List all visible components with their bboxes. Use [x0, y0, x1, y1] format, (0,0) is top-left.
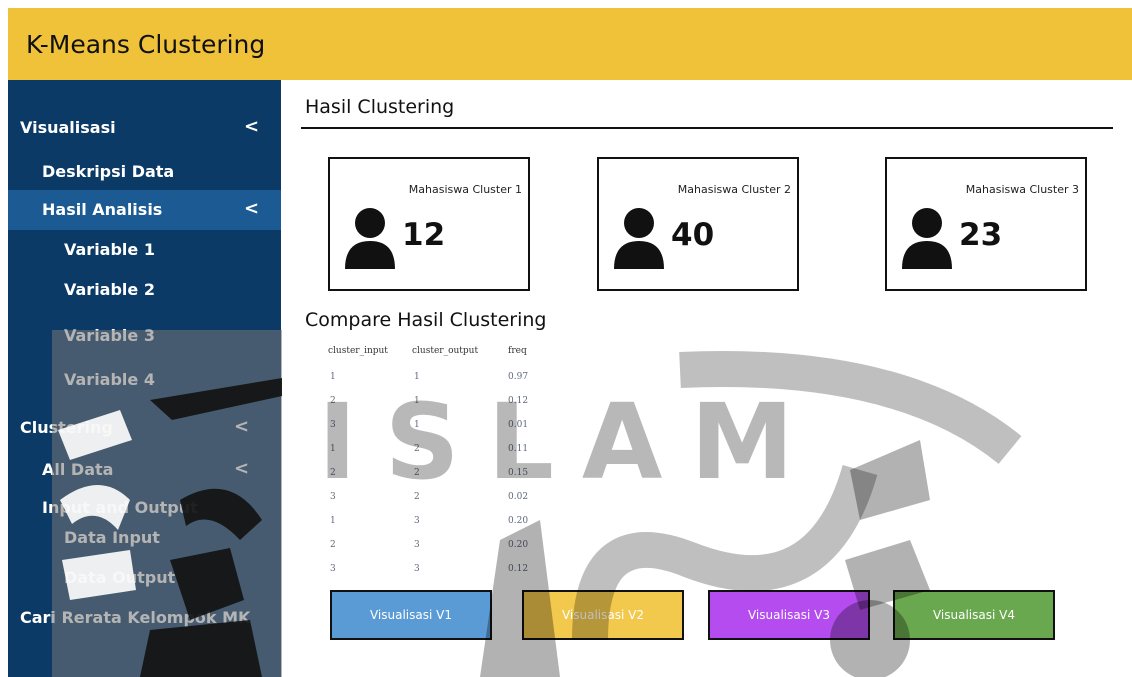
table-cell: 3 [330, 492, 336, 502]
chevron-left-icon: < [234, 458, 250, 479]
sidebar-item-variable-1[interactable]: Variable 1 [8, 230, 281, 270]
sidebar-item-clustering[interactable]: Clustering < [8, 408, 281, 448]
table-header-freq: freq [508, 346, 527, 356]
cluster-card-3: Mahasiswa Cluster 3 23 [885, 157, 1087, 291]
chevron-left-icon: < [234, 416, 250, 437]
sidebar-item-label: Cari Rerata Kelompok MK [20, 608, 251, 627]
watermark-text: ISLAM [318, 381, 822, 503]
sidebar-item-label: Clustering [20, 418, 113, 437]
page-title: Hasil Clustering [305, 96, 455, 118]
sidebar-nav: Visualisasi < Deskripsi Data Hasil Anali… [8, 80, 281, 677]
chevron-left-icon: < [244, 116, 260, 137]
sidebar-item-label: Variable 3 [64, 326, 155, 345]
table-cell: 3 [330, 420, 336, 430]
cluster-card-label: Mahasiswa Cluster 1 [408, 183, 522, 196]
sidebar-item-label: Variable 4 [64, 370, 155, 389]
sidebar-item-label: Deskripsi Data [42, 162, 175, 181]
user-icon [614, 208, 664, 269]
user-icon [902, 208, 952, 269]
sidebar-item-all-data[interactable]: All Data < [8, 450, 281, 490]
table-cell: 0.01 [508, 420, 529, 430]
app-header: K-Means Clustering [8, 8, 1132, 80]
visualisasi-v4-button[interactable]: Visualisasi V4 [893, 590, 1055, 640]
cluster-count: 12 [402, 217, 446, 253]
table-cell: 0.97 [508, 372, 529, 382]
table-cell: 3 [414, 564, 420, 574]
visualisasi-v2-button[interactable]: Visualisasi V2 [522, 590, 684, 640]
table-cell: 3 [414, 516, 420, 526]
sidebar-item-variable-3[interactable]: Variable 3 [8, 316, 281, 356]
sidebar-item-label: Visualisasi [20, 118, 116, 137]
table-cell: 0.11 [508, 444, 529, 454]
table-cell: 0.20 [508, 540, 529, 550]
sidebar-item-label: Data Output [64, 568, 176, 587]
table-cell: 2 [414, 492, 420, 502]
table-header-cluster-input: cluster_input [328, 346, 388, 356]
sidebar-item-label: All Data [42, 460, 114, 479]
cluster-count: 23 [959, 217, 1003, 253]
button-label: Visualisasi V1 [369, 608, 452, 622]
title-divider [301, 127, 1113, 129]
sidebar-item-variable-2[interactable]: Variable 2 [8, 270, 281, 310]
cluster-card-2: Mahasiswa Cluster 2 40 [597, 157, 799, 291]
table-cell: 1 [330, 372, 336, 382]
sidebar-item-data-output[interactable]: Data Output [8, 558, 281, 598]
app-title: K-Means Clustering [26, 30, 266, 59]
table-cell: 0.20 [508, 516, 529, 526]
sidebar-item-deskripsi-data[interactable]: Deskripsi Data [8, 152, 281, 192]
table-header-cluster-output: cluster_output [412, 346, 479, 356]
table-cell: 0.02 [508, 492, 529, 502]
button-label: Visualisasi V4 [932, 608, 1015, 622]
table-cell: 2 [414, 444, 420, 454]
chevron-left-icon: < [244, 198, 260, 219]
visualisasi-v1-button[interactable]: Visualisasi V1 [330, 590, 492, 640]
table-cell: 1 [330, 516, 336, 526]
sidebar-item-data-input[interactable]: Data Input [8, 518, 281, 558]
user-icon [345, 208, 395, 269]
table-cell: 1 [330, 444, 336, 454]
table-cell: 3 [330, 564, 336, 574]
table-cell: 1 [414, 396, 420, 406]
cluster-count: 40 [671, 217, 715, 253]
visualisasi-v3-button[interactable]: Visualisasi V3 [708, 590, 870, 640]
sidebar-item-label: Variable 1 [64, 240, 155, 259]
sidebar-item-label: Input and Output [42, 498, 198, 517]
cluster-card-label: Mahasiswa Cluster 2 [677, 183, 791, 196]
sidebar-item-label: Data Input [64, 528, 160, 547]
button-label: Visualisasi V2 [561, 608, 644, 622]
sidebar-item-cari-rerata-kelompok-mk[interactable]: Cari Rerata Kelompok MK [8, 598, 281, 638]
cluster-card-1: Mahasiswa Cluster 1 12 [328, 157, 530, 291]
table-cell: 0.15 [508, 468, 529, 478]
sidebar-item-label: Variable 2 [64, 280, 155, 299]
compare-title: Compare Hasil Clustering [305, 309, 547, 331]
table-cell: 1 [414, 372, 420, 382]
sidebar-item-variable-4[interactable]: Variable 4 [8, 360, 281, 400]
table-cell: 2 [330, 540, 336, 550]
sidebar-item-visualisasi[interactable]: Visualisasi < [8, 108, 281, 148]
button-label: Visualisasi V3 [747, 608, 830, 622]
table-cell: 2 [414, 468, 420, 478]
table-cell: 0.12 [508, 396, 529, 406]
table-cell: 1 [414, 420, 420, 430]
table-cell: 3 [414, 540, 420, 550]
table-cell: 2 [330, 396, 336, 406]
table-cell: 2 [330, 468, 336, 478]
sidebar-item-label: Hasil Analisis [42, 200, 163, 219]
sidebar-item-hasil-analisis[interactable]: Hasil Analisis < [8, 190, 281, 230]
table-cell: 0.12 [508, 564, 529, 574]
cluster-card-label: Mahasiswa Cluster 3 [965, 183, 1079, 196]
